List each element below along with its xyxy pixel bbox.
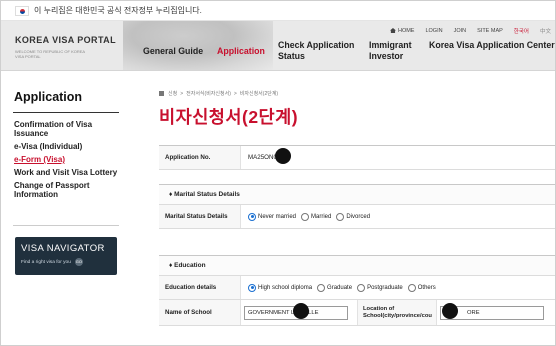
- banner-subtitle-text: Find a right visa for you: [21, 259, 71, 265]
- home-link[interactable]: HOME: [389, 28, 414, 34]
- radio-icon: [357, 283, 366, 292]
- main-content: 신청 > 전자서식(비자신청서) > 비자신청서(2단계) 비자신청서(2단계)…: [147, 72, 555, 345]
- sidebar-item-confirmation[interactable]: Confirmation of Visa Issuance: [14, 120, 126, 138]
- sidebar-item-eform[interactable]: e-Form (Visa): [14, 155, 126, 164]
- radio-selected-icon: [248, 212, 256, 221]
- radio-label: Never married: [258, 213, 297, 220]
- education-options: High school diploma Graduate Postgraduat…: [241, 276, 555, 299]
- school-row: Name of School GOVERNMENT LA COLLE Locat…: [159, 300, 555, 326]
- sidebar-menu: Confirmation of Visa Issuance e-Visa (In…: [14, 120, 126, 203]
- sidebar: Application Confirmation of Visa Issuanc…: [1, 72, 135, 345]
- school-name-cell: GOVERNMENT LA COLLE Location of School(c…: [241, 300, 555, 325]
- radio-icon: [407, 283, 416, 292]
- education-table: ♦ Education Education details High schoo…: [159, 255, 555, 326]
- nav-visa-center[interactable]: Korea Visa Application Center: [429, 40, 555, 51]
- radio-icon: [317, 283, 326, 292]
- banner-title-visa: VISA: [21, 243, 44, 254]
- site-logo[interactable]: KOREA VISA PORTAL WELCOME TO REPUBLIC OF…: [15, 35, 116, 59]
- radio-graduate[interactable]: Graduate: [317, 283, 353, 292]
- marital-status-section-title: ♦ Marital Status Details: [159, 185, 555, 205]
- korea-flag-icon: [15, 5, 29, 16]
- sitemap-link[interactable]: SITE MAP: [477, 28, 503, 34]
- nav-immigrant-investor[interactable]: Immigrant Investor: [369, 40, 424, 62]
- application-no-table: Application No. MA25ON00: [159, 145, 555, 170]
- gov-notice-text: 이 누리집은 대한민국 공식 전자정부 누리집입니다.: [34, 6, 202, 15]
- breadcrumb-item[interactable]: 신청: [168, 90, 177, 97]
- radio-married[interactable]: Married: [301, 212, 332, 221]
- home-icon: [389, 28, 396, 33]
- sidebar-title: Application: [14, 90, 83, 104]
- application-no-row: Application No. MA25ON00: [159, 146, 555, 170]
- login-link[interactable]: LOGIN: [425, 28, 442, 34]
- radio-label: Graduate: [327, 284, 353, 291]
- redaction-mark: [293, 303, 309, 319]
- breadcrumb-item[interactable]: 전자서식(비자신청서): [186, 90, 231, 97]
- visa-navigator-banner[interactable]: VISA NAVIGATOR Find a right visa for you…: [15, 237, 117, 275]
- radio-icon: [336, 212, 345, 221]
- marital-status-label: Marital Status Details: [159, 205, 241, 228]
- marital-status-table: ♦ Marital Status Details Marital Status …: [159, 184, 555, 229]
- breadcrumb-separator: >: [180, 90, 184, 97]
- lang-chinese-link[interactable]: 中文: [540, 27, 551, 35]
- breadcrumb-home-icon[interactable]: [159, 91, 164, 96]
- education-details-label: Education details: [159, 276, 241, 299]
- banner-title-navigator: NAVIGATOR: [43, 243, 105, 254]
- logo-subtitle: WELCOME TO REPUBLIC OF KOREA VISA PORTAL: [15, 49, 85, 59]
- sidebar-item-evisa[interactable]: e-Visa (Individual): [14, 142, 126, 151]
- radio-label: Divorced: [346, 213, 371, 220]
- marital-status-options: Never married Married Divorced: [241, 205, 555, 228]
- nav-check-status[interactable]: Check Application Status: [278, 40, 358, 62]
- page: 이 누리집은 대한민국 공식 전자정부 누리집입니다. KOREA VISA P…: [0, 0, 556, 346]
- banner-subtitle: Find a right visa for you GO: [21, 258, 111, 266]
- utility-menu: HOME LOGIN JOIN SITE MAP 한국어 中文: [379, 27, 551, 35]
- radio-postgraduate[interactable]: Postgraduate: [357, 283, 403, 292]
- marital-status-row: Marital Status Details Never married Mar…: [159, 205, 555, 229]
- education-section-title: ♦ Education: [159, 256, 555, 276]
- radio-divorced[interactable]: Divorced: [336, 212, 371, 221]
- radio-label: High school diploma: [258, 284, 313, 291]
- radio-others[interactable]: Others: [407, 283, 436, 292]
- sidebar-item-lottery[interactable]: Work and Visit Visa Lottery: [14, 168, 126, 177]
- radio-never-married[interactable]: Never married: [248, 212, 297, 221]
- radio-label: Others: [417, 284, 436, 291]
- breadcrumb: 신청 > 전자서식(비자신청서) > 비자신청서(2단계): [159, 90, 278, 97]
- lang-korean-link[interactable]: 한국어: [514, 27, 529, 35]
- school-location-label: Location of School(city/province/cou: [357, 300, 437, 325]
- redaction-mark: [275, 148, 291, 164]
- school-name-label: Name of School: [159, 300, 241, 325]
- banner-title: VISA NAVIGATOR: [21, 243, 111, 254]
- sidebar-item-passport[interactable]: Change of Passport Information: [14, 181, 126, 199]
- page-title: 비자신청서(2단계): [159, 107, 299, 127]
- sidebar-divider-bottom: [13, 225, 119, 226]
- application-no-label: Application No.: [159, 146, 241, 169]
- join-link[interactable]: JOIN: [454, 28, 467, 34]
- radio-high-school[interactable]: High school diploma: [248, 283, 313, 292]
- breadcrumb-current: 비자신청서(2단계): [239, 91, 279, 97]
- banner-go-icon[interactable]: GO: [74, 258, 83, 266]
- radio-selected-icon: [248, 283, 256, 292]
- logo-title: KOREA VISA PORTAL: [15, 35, 116, 45]
- radio-label: Married: [311, 213, 332, 220]
- radio-label: Postgraduate: [367, 284, 403, 291]
- site-header: KOREA VISA PORTAL WELCOME TO REPUBLIC OF…: [1, 21, 555, 71]
- sidebar-divider: [13, 112, 119, 113]
- radio-icon: [301, 212, 310, 221]
- gov-notice-bar: 이 누리집은 대한민국 공식 전자정부 누리집입니다.: [1, 1, 555, 21]
- nav-general-guide[interactable]: General Guide: [143, 46, 223, 57]
- education-details-row: Education details High school diploma Gr…: [159, 276, 555, 300]
- redaction-mark: [442, 303, 458, 319]
- breadcrumb-separator: >: [233, 90, 237, 97]
